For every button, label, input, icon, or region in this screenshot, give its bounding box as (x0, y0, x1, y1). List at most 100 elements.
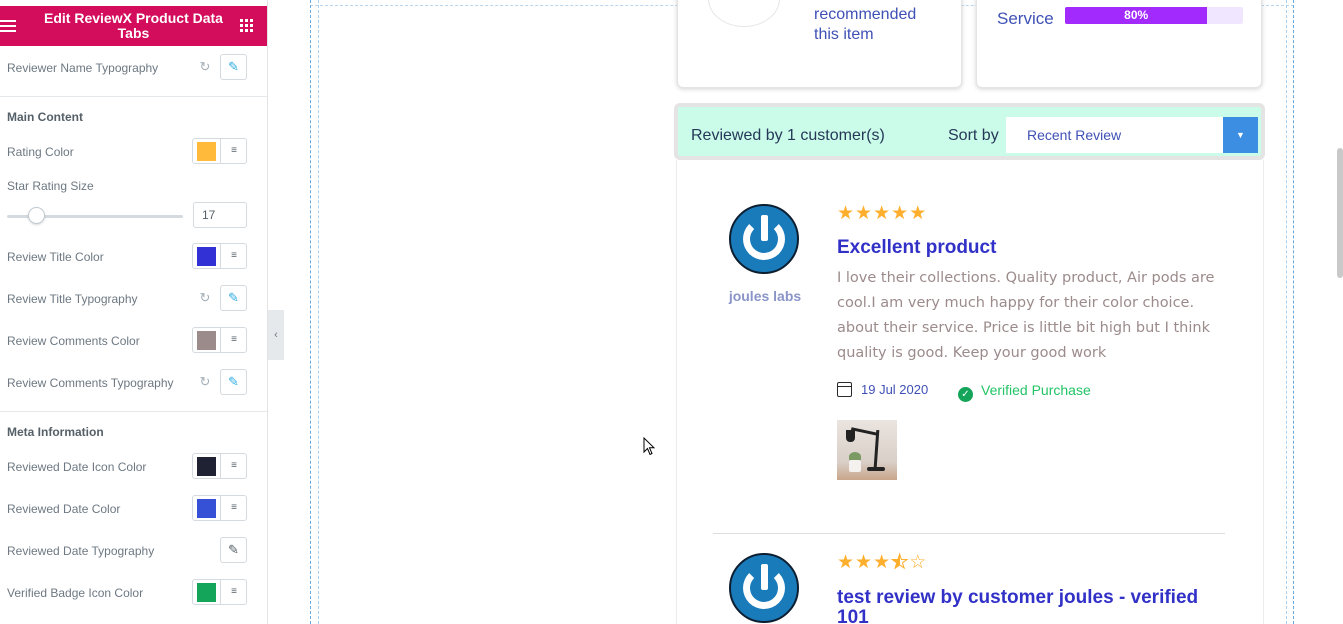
control-label: Review Title Color (7, 250, 104, 264)
control-reviewed-date-color: Reviewed Date Color ≡ (0, 494, 267, 524)
color-swatch[interactable] (197, 142, 216, 161)
section-divider (0, 411, 267, 412)
control-review-title-typography: Review Title Typography ↻ ✎ (0, 284, 267, 314)
check-circle-icon: ✓ (958, 387, 973, 402)
calendar-icon (837, 382, 852, 397)
review-title: Excellent product (837, 237, 997, 258)
control-label: Reviewed Date Color (7, 502, 121, 516)
hamburger-menu-icon[interactable] (0, 20, 16, 32)
review-text: I love their collections. Quality produc… (837, 270, 1215, 361)
editor-panel: Edit ReviewX Product Data Tabs Reviewer … (0, 0, 268, 624)
control-label: Rating Color (7, 145, 74, 159)
reset-icon[interactable]: ↻ (197, 290, 213, 306)
color-picker[interactable]: ≡ (192, 243, 247, 269)
edit-typography-button[interactable]: ✎ (220, 54, 247, 80)
section-heading-main-content[interactable]: Main Content (7, 110, 83, 124)
color-picker[interactable]: ≡ (192, 579, 247, 605)
control-review-title-color: Review Title Color ≡ (0, 242, 267, 272)
widgets-grid-icon[interactable] (240, 19, 253, 32)
control-label: Reviewer Name Typography (7, 61, 159, 75)
control-label: Reviewed Date Typography (7, 544, 155, 558)
control-label: Star Rating Size (7, 179, 94, 193)
criteria-card: Service 80% (976, 0, 1262, 88)
star-size-input[interactable]: 17 (193, 202, 247, 228)
empty-star-icon: ☆ (909, 552, 928, 573)
control-review-comments-color: Review Comments Color ≡ (0, 326, 267, 356)
color-swatch[interactable] (197, 247, 216, 266)
global-colors-icon[interactable]: ≡ (220, 139, 247, 163)
control-star-rating-size: Star Rating Size (0, 171, 267, 201)
sort-selected-value[interactable]: Recent Review (1027, 127, 1121, 143)
reviewer-name: joules labs (728, 288, 802, 304)
review-date-text: 19 Jul 2020 (861, 382, 929, 397)
control-verified-badge-icon-color: Verified Badge Icon Color ≡ (0, 578, 267, 608)
global-colors-icon[interactable]: ≡ (220, 454, 247, 478)
section-divider (0, 96, 267, 97)
column-guide-line (1286, 0, 1287, 624)
color-swatch[interactable] (197, 457, 216, 476)
criteria-label-service: Service (997, 9, 1054, 28)
star-icon: ★ (909, 203, 928, 224)
service-progress-fill: 80% (1065, 7, 1208, 24)
star-icon: ★ (837, 203, 856, 224)
recommendation-card: recommended this item (677, 0, 962, 88)
review-sort-bar: Reviewed by 1 customer(s) Sort by Recent… (674, 103, 1265, 160)
star-icon: ★ (837, 552, 856, 573)
star-rating: ★★★★★ (837, 204, 927, 224)
recommended-text: recommended this item (814, 6, 917, 43)
color-picker[interactable]: ≡ (192, 495, 247, 521)
column-guide-line (318, 0, 319, 624)
global-colors-icon[interactable]: ≡ (220, 244, 247, 268)
control-rating-color: Rating Color ≡ (0, 137, 267, 167)
service-progress-bar: 80% (1065, 7, 1243, 24)
section-guide-line (1293, 0, 1294, 624)
page-scrollbar-thumb[interactable] (1337, 148, 1343, 278)
color-picker[interactable]: ≡ (192, 327, 247, 353)
verified-badge: ✓ Verified Purchase (958, 382, 1091, 402)
star-icon: ★ (891, 203, 910, 224)
control-label: Review Comments Color (7, 334, 140, 348)
section-guide-line (310, 0, 311, 624)
edit-typography-button[interactable]: ✎ (220, 285, 247, 311)
star-rating: ★★★★☆ (837, 552, 928, 573)
panel-title: Edit ReviewX Product Data Tabs (44, 10, 223, 41)
recommendation-circle (708, 0, 780, 27)
global-colors-icon[interactable]: ≡ (220, 580, 247, 604)
control-label: Review Title Typography (7, 292, 138, 306)
review-title: test review by customer joules - verifie… (837, 587, 1199, 624)
color-swatch[interactable] (197, 331, 216, 350)
color-picker[interactable]: ≡ (192, 138, 247, 164)
reset-icon[interactable]: ↻ (197, 374, 213, 390)
control-label: Review Comments Typography (7, 376, 174, 390)
control-reviewed-date-typography: Reviewed Date Typography ✎ (0, 536, 267, 566)
review-divider (713, 533, 1225, 534)
half-star-icon: ★ (891, 552, 910, 573)
star-icon: ★ (855, 552, 874, 573)
sort-select[interactable]: Recent Review ▼ (1006, 117, 1258, 153)
star-icon: ★ (873, 203, 892, 224)
reviewer-avatar (729, 553, 799, 623)
star-size-slider-handle[interactable] (28, 207, 45, 224)
edit-typography-button[interactable]: ✎ (220, 537, 247, 563)
section-heading-meta-information[interactable]: Meta Information (7, 425, 104, 439)
edit-typography-button[interactable]: ✎ (220, 369, 247, 395)
review-photo-thumbnail[interactable] (837, 420, 897, 480)
verified-text: Verified Purchase (981, 382, 1091, 398)
reset-icon[interactable]: ↻ (197, 59, 213, 75)
collapse-panel-toggle[interactable]: ‹ (268, 310, 284, 360)
color-picker[interactable]: ≡ (192, 453, 247, 479)
star-icon: ★ (855, 203, 874, 224)
control-label: Verified Badge Icon Color (7, 586, 144, 600)
color-swatch[interactable] (197, 583, 216, 602)
mouse-cursor-icon (643, 437, 655, 456)
control-label: Reviewed Date Icon Color (7, 460, 147, 474)
global-colors-icon[interactable]: ≡ (220, 328, 247, 352)
color-swatch[interactable] (197, 499, 216, 518)
control-reviewed-date-icon-color: Reviewed Date Icon Color ≡ (0, 452, 267, 482)
chevron-down-icon[interactable]: ▼ (1223, 117, 1258, 153)
review-date: 19 Jul 2020 (837, 382, 928, 397)
reviewed-count: Reviewed by 1 customer(s) (691, 127, 885, 144)
global-colors-icon[interactable]: ≡ (220, 496, 247, 520)
panel-header: Edit ReviewX Product Data Tabs (0, 6, 267, 46)
reviewer-avatar (729, 204, 799, 274)
